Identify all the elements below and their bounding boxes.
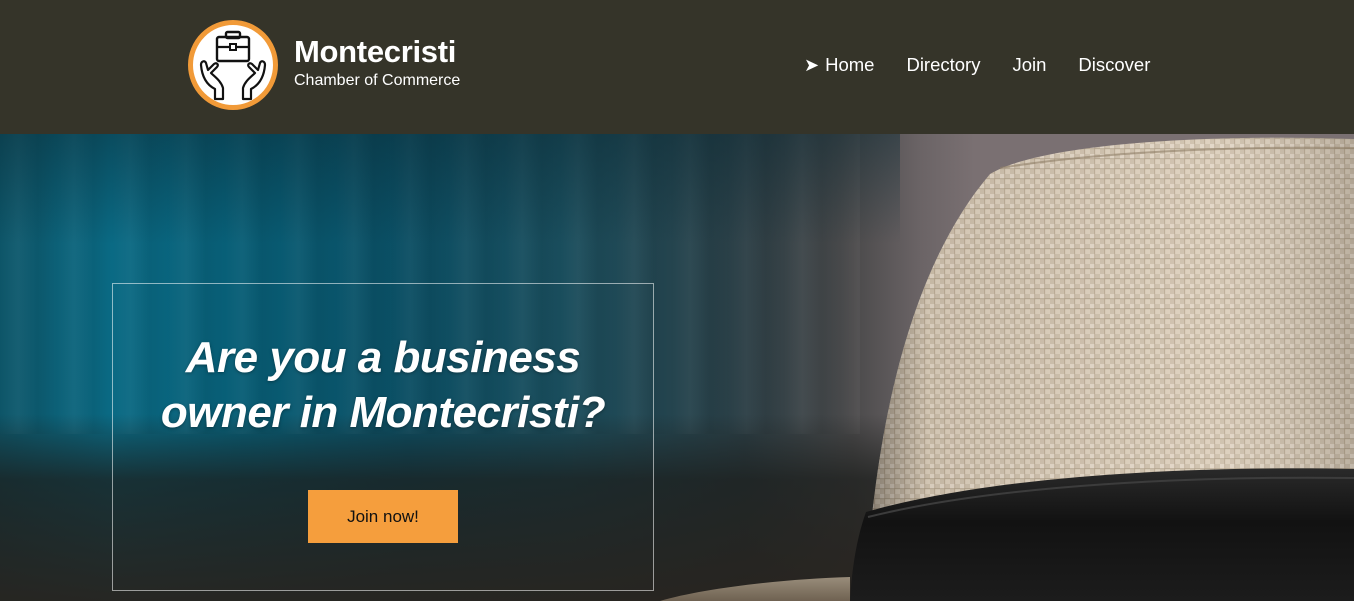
- main-nav: ➤ Home Directory Join Discover: [804, 52, 1150, 78]
- join-now-button[interactable]: Join now!: [308, 490, 458, 543]
- site-header: Montecristi Chamber of Commerce ➤ Home D…: [0, 0, 1354, 134]
- brand-subtitle: Chamber of Commerce: [294, 72, 461, 89]
- arrow-right-icon: ➤: [804, 55, 820, 75]
- nav-item-directory[interactable]: Directory: [906, 54, 980, 76]
- nav-item-home[interactable]: ➤ Home: [804, 54, 874, 76]
- hero-headline: Are you a business owner in Montecristi?: [113, 330, 653, 440]
- nav-item-join[interactable]: Join: [1012, 54, 1046, 76]
- nav-item-label: Directory: [906, 54, 981, 75]
- hero-callout-box: Are you a business owner in Montecristi?…: [112, 283, 654, 591]
- hero-headline-line-1: Are you a business: [185, 333, 581, 382]
- hero-banner: Are you a business owner in Montecristi?…: [0, 134, 1354, 601]
- nav-item-label: Join: [1012, 54, 1047, 75]
- nav-item-label: Discover: [1078, 54, 1151, 75]
- brand-title: Montecristi: [294, 34, 457, 69]
- nav-item-discover[interactable]: Discover: [1078, 54, 1150, 76]
- briefcase-hands-icon: [199, 30, 267, 101]
- nav-item-label: Home: [825, 54, 875, 75]
- logo[interactable]: [188, 20, 278, 110]
- hero-headline-line-2: owner in Montecristi?: [160, 388, 606, 437]
